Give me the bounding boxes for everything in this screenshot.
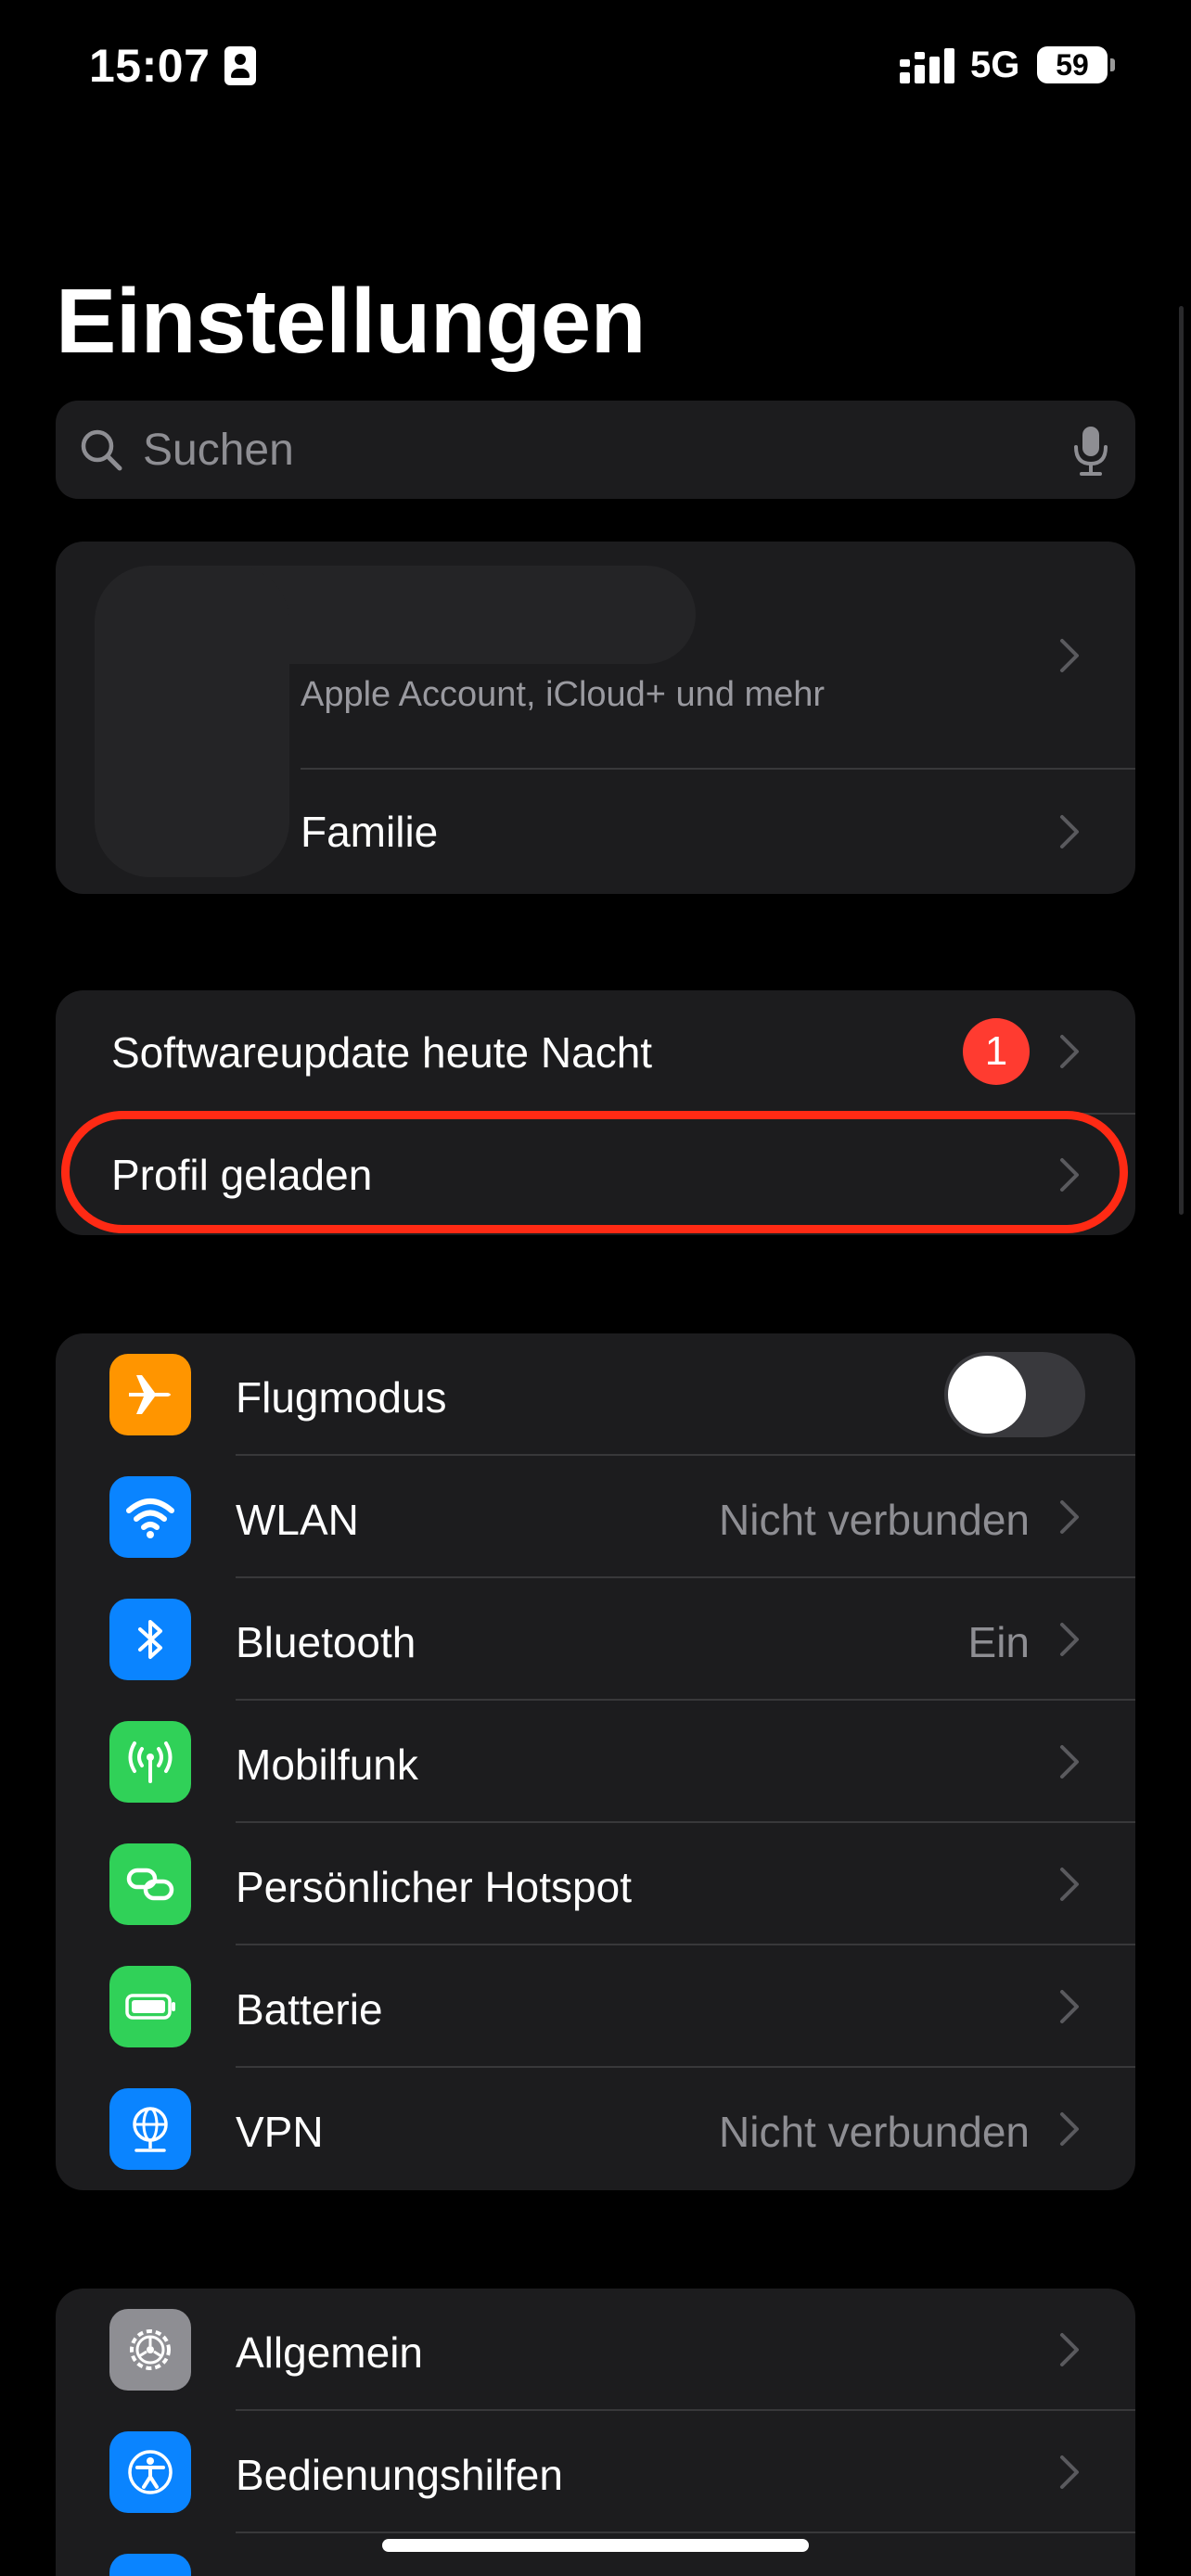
hotspot-icon <box>109 1843 191 1925</box>
microphone-icon[interactable] <box>1072 425 1109 477</box>
status-bar: 15:07 5G 59 <box>0 0 1191 130</box>
row-wlan[interactable]: WLAN Nicht verbunden <box>56 1456 1135 1578</box>
row-label: VPN <box>236 2108 324 2156</box>
row-vpn[interactable]: VPN Nicht verbunden <box>56 2068 1135 2190</box>
row-airplane-mode[interactable]: Flugmodus <box>56 1333 1135 1456</box>
partial-icon <box>109 2554 191 2576</box>
airplane-mode-toggle[interactable] <box>944 1352 1085 1437</box>
row-value: Nicht verbunden <box>719 2108 1030 2156</box>
row-label: Bluetooth <box>236 1618 416 1666</box>
connectivity-group: Flugmodus WLAN Nicht verbunden Bluetooth… <box>56 1333 1135 2190</box>
row-mobilfunk[interactable]: Mobilfunk <box>56 1701 1135 1823</box>
battery-status-icon: 59 <box>1037 46 1115 83</box>
search-bar[interactable] <box>56 401 1135 499</box>
row-label: Bedienungshilfen <box>236 2451 563 2499</box>
toggle-knob <box>948 1356 1026 1434</box>
row-label: Batterie <box>236 1985 383 2034</box>
settings-screen: 15:07 5G 59 Einstellungen Suchen Apple A… <box>0 0 1191 2576</box>
chevron-right-icon <box>1060 1990 1079 2023</box>
divider <box>301 768 1135 770</box>
software-update-row[interactable]: Softwareupdate heute Nacht <box>111 1027 652 1078</box>
chevron-right-icon <box>1060 2333 1079 2366</box>
row-label: Allgemein <box>236 2328 423 2377</box>
chevron-right-icon <box>1060 1500 1079 1534</box>
battery-icon <box>109 1966 191 2047</box>
network-type: 5G <box>970 45 1020 85</box>
search-icon <box>81 429 122 471</box>
row-label: Mobilfunk <box>236 1741 418 1789</box>
chevron-right-icon <box>1060 1868 1079 1901</box>
profile-loaded-row[interactable]: Profil geladen <box>111 1150 372 1200</box>
wifi-icon <box>109 1476 191 1558</box>
general-group: Allgemein Bedienungshilfen <box>56 2289 1135 2576</box>
row-accessibility[interactable]: Bedienungshilfen <box>56 2411 1135 2533</box>
signal-strength-icon <box>900 48 954 83</box>
scroll-indicator <box>1179 306 1184 1215</box>
contact-card-icon <box>224 46 256 85</box>
avatar[interactable] <box>95 566 289 877</box>
row-general[interactable]: Allgemein <box>56 2289 1135 2411</box>
divider <box>111 1113 1135 1115</box>
globe-icon <box>109 2088 191 2170</box>
row-label: Flugmodus <box>236 1373 447 1422</box>
chevron-right-icon <box>1060 2112 1079 2146</box>
airplane-icon <box>109 1354 191 1435</box>
search-input[interactable] <box>143 423 978 477</box>
chevron-right-icon <box>1060 639 1079 672</box>
row-label: WLAN <box>236 1496 359 1544</box>
accessibility-icon <box>109 2431 191 2513</box>
row-hotspot[interactable]: Persönlicher Hotspot <box>56 1823 1135 1945</box>
row-value: Nicht verbunden <box>719 1496 1030 1544</box>
chevron-right-icon <box>1060 2455 1079 2489</box>
chevron-right-icon <box>1060 1158 1079 1192</box>
row-value: Ein <box>967 1618 1030 1666</box>
chevron-right-icon <box>1060 1035 1079 1068</box>
chevron-right-icon <box>1060 1623 1079 1656</box>
row-bluetooth[interactable]: Bluetooth Ein <box>56 1578 1135 1701</box>
gear-icon <box>109 2309 191 2391</box>
row-label: Persönlicher Hotspot <box>236 1863 632 1911</box>
row-battery[interactable]: Batterie <box>56 1945 1135 2068</box>
page-title: Einstellungen <box>56 270 647 372</box>
account-group: Apple Account, iCloud+ und mehr Familie <box>56 542 1135 894</box>
account-subtitle[interactable]: Apple Account, iCloud+ und mehr <box>301 675 825 715</box>
family-row[interactable]: Familie <box>301 807 438 857</box>
antenna-icon <box>109 1721 191 1803</box>
chevron-right-icon <box>1060 815 1079 848</box>
update-badge: 1 <box>963 1018 1030 1085</box>
home-indicator[interactable] <box>382 2539 809 2552</box>
notices-group: Softwareupdate heute Nacht 1 Profil gela… <box>56 990 1135 1235</box>
chevron-right-icon <box>1060 1745 1079 1779</box>
status-time: 15:07 <box>89 40 211 92</box>
bluetooth-icon <box>109 1599 191 1680</box>
